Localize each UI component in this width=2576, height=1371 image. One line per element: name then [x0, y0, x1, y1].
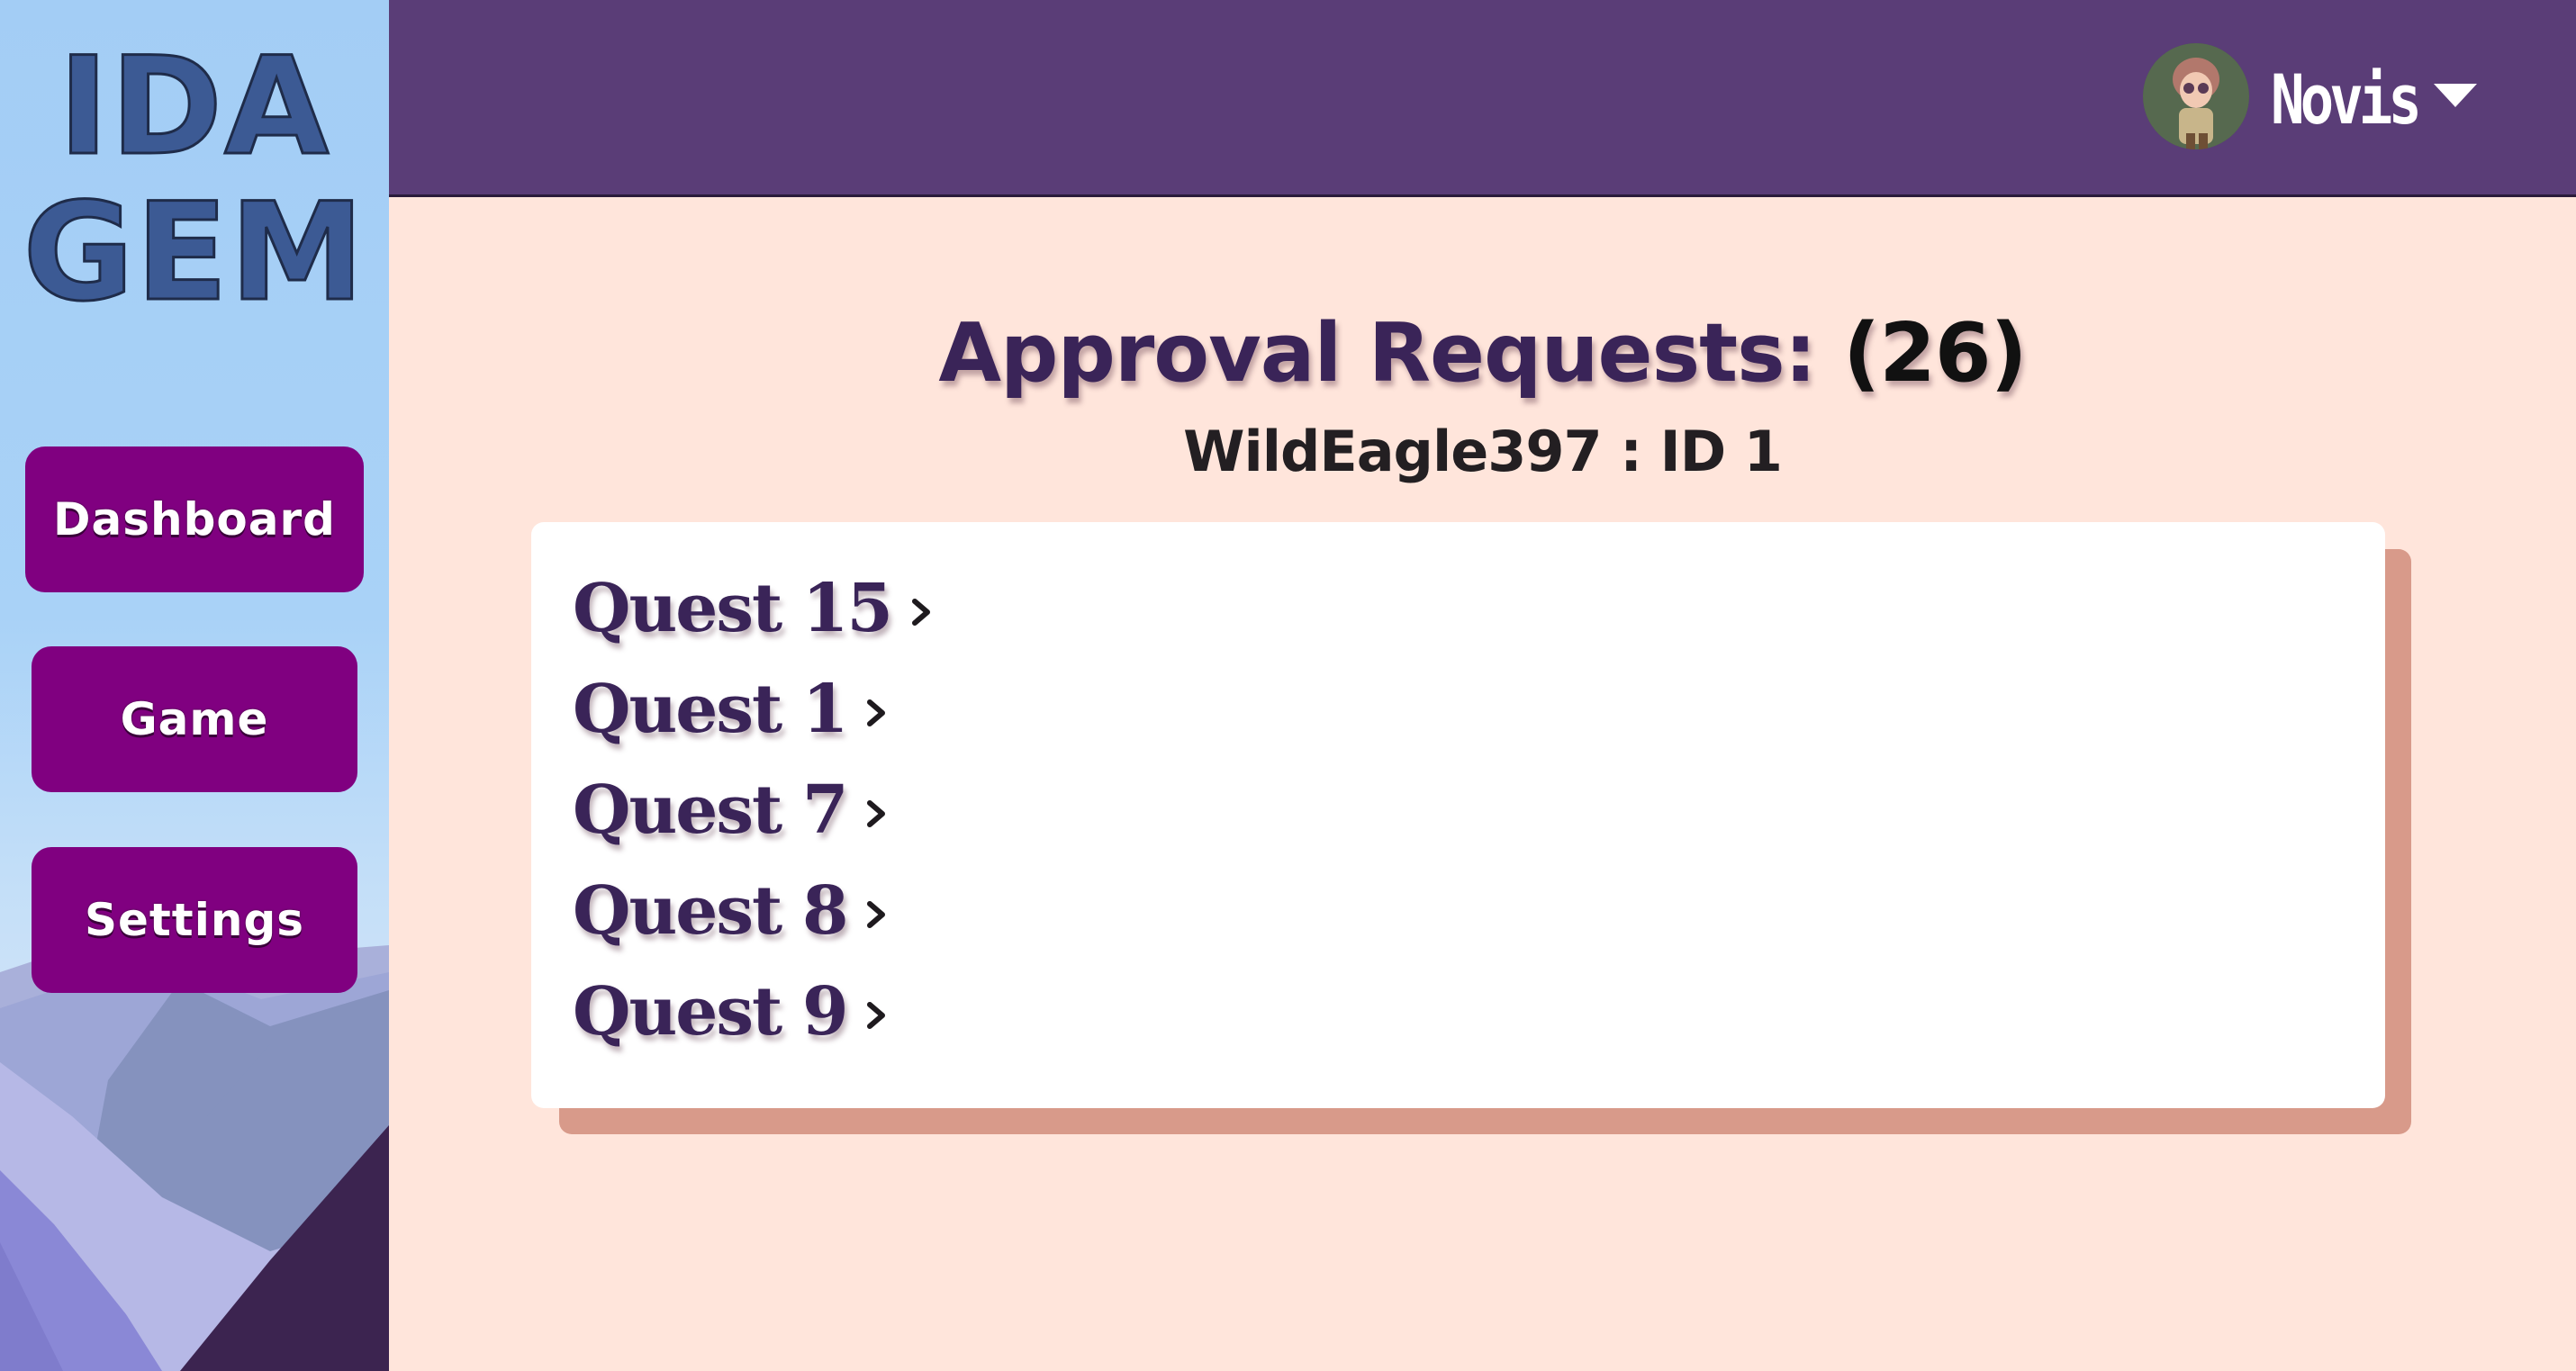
user-avatar[interactable]: [2143, 43, 2249, 149]
quest-item-9[interactable]: Quest 9: [573, 961, 935, 1062]
chevron-right-icon: [867, 800, 886, 827]
app-logo: IDA GEM: [0, 29, 389, 331]
quest-label: Quest 8: [573, 872, 848, 950]
quest-item-15[interactable]: Quest 15: [573, 558, 935, 659]
user-name: Novis: [2271, 59, 2422, 140]
page-title-text: Approval Requests:: [938, 306, 1816, 401]
top-bar: Novis: [389, 0, 2576, 197]
logo-line-2: GEM: [22, 175, 366, 331]
quest-label: Quest 9: [573, 973, 848, 1051]
user-subtitle: WildEagle397 : ID 1: [1183, 419, 1783, 484]
quest-item-1[interactable]: Quest 1: [573, 659, 935, 760]
chevron-right-icon: [867, 699, 886, 726]
chevron-right-icon: [911, 599, 930, 626]
logo-line-1: IDA: [57, 29, 331, 185]
quest-item-8[interactable]: Quest 8: [573, 861, 935, 961]
chevron-right-icon: [867, 1002, 886, 1029]
chevron-right-icon: [867, 901, 886, 928]
quest-label: Quest 7: [573, 771, 848, 849]
avatar-icon: [2143, 43, 2249, 149]
approval-count: (26): [1843, 306, 2028, 401]
settings-button[interactable]: Settings: [32, 847, 357, 993]
quest-list: Quest 15 Quest 1 Quest 7 Quest 8 Quest 9: [573, 558, 935, 1062]
app-root: IDA GEM Dashboard Game Settings Novis Ap…: [0, 0, 2576, 1371]
caret-down-icon: [2434, 84, 2477, 107]
game-button[interactable]: Game: [32, 646, 357, 792]
quest-item-7[interactable]: Quest 7: [573, 760, 935, 861]
quest-label: Quest 1: [573, 671, 848, 748]
user-menu-toggle[interactable]: Novis: [2271, 54, 2477, 144]
quest-label: Quest 15: [573, 570, 893, 647]
sidebar: IDA GEM Dashboard Game Settings: [0, 0, 389, 1371]
page-title: Approval Requests: (26): [389, 304, 2576, 403]
dashboard-button[interactable]: Dashboard: [25, 446, 364, 592]
